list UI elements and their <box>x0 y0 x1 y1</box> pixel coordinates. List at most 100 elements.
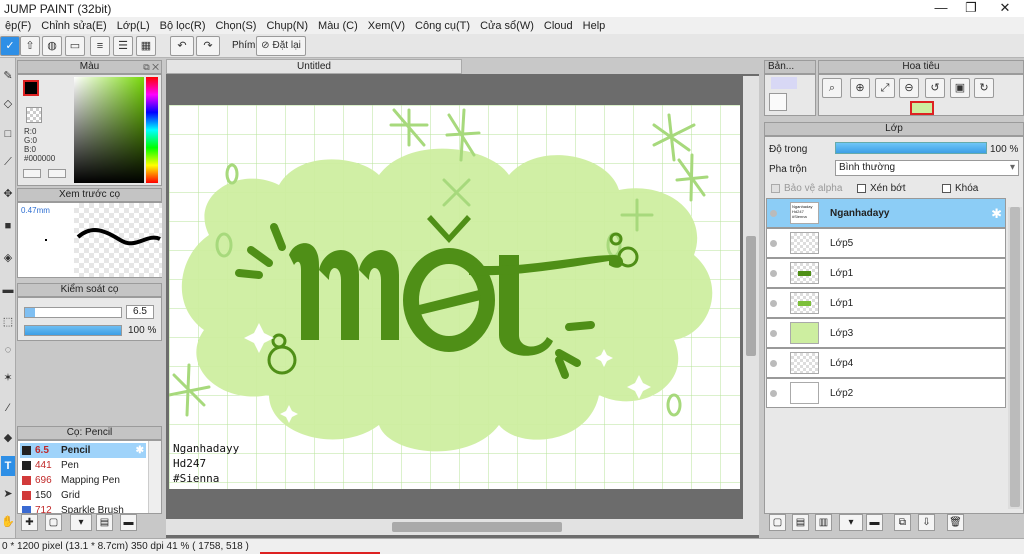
clipping-checkbox[interactable] <box>857 184 866 193</box>
folder-icon[interactable]: ▬ <box>120 514 137 531</box>
magic-wand-tool-icon[interactable]: ✶ <box>1 368 15 388</box>
brush-opacity-slider[interactable] <box>24 325 122 336</box>
transparent-swatch[interactable] <box>26 107 42 123</box>
layer-row[interactable]: Lớp4 <box>766 348 1006 378</box>
visibility-icon[interactable] <box>770 270 777 277</box>
undo-icon[interactable]: ↶ <box>170 36 194 56</box>
eraser2-tool-icon[interactable]: ◆ <box>1 428 15 448</box>
minimize-button[interactable]: — <box>926 0 956 17</box>
zoom-in-icon[interactable]: ⊕ <box>850 78 870 98</box>
menu-edit[interactable]: Chỉnh sửa(E) <box>36 20 111 32</box>
gear-icon[interactable]: ✱ <box>991 206 1002 222</box>
layer-row[interactable]: Lớp1 <box>766 288 1006 318</box>
gradient-tool-icon[interactable]: ▬ <box>1 280 15 300</box>
delete-layer-icon[interactable]: 🗑 <box>947 514 964 531</box>
hue-slider[interactable] <box>146 77 158 183</box>
canvas-swatches[interactable] <box>771 77 797 89</box>
check-icon[interactable]: ✓ <box>0 36 20 56</box>
visibility-icon[interactable] <box>770 330 777 337</box>
menu-color[interactable]: Màu (C) <box>313 20 363 32</box>
layer-row[interactable]: Lớp3 <box>766 318 1006 348</box>
text-tool-icon[interactable]: T <box>1 456 15 476</box>
blend-mode-select[interactable]: Bình thường ▾ <box>835 160 1019 176</box>
fill-tool-icon[interactable]: ■ <box>1 216 15 236</box>
brush-item[interactable]: 712 Sparkle Brush <box>20 503 146 513</box>
brush-item[interactable]: 6.5 Pencil ✱ <box>20 443 146 458</box>
new-canvas-icon[interactable] <box>769 93 787 111</box>
reset-button[interactable]: ⊘ Đặt lại <box>256 36 306 56</box>
menu-help[interactable]: Help <box>578 20 611 32</box>
grid-icon[interactable]: ▦ <box>136 36 156 56</box>
maximize-button[interactable]: ❐ <box>956 0 986 17</box>
reset-view-icon[interactable]: ▣ <box>950 78 970 98</box>
eraser-tool-icon[interactable]: ◇ <box>1 94 15 114</box>
protect-alpha-checkbox[interactable] <box>771 184 780 193</box>
layer-folder-icon[interactable]: ▬ <box>866 514 883 531</box>
menu-window[interactable]: Cửa sổ(W) <box>475 20 539 32</box>
rotate-left-icon[interactable]: ↺ <box>925 78 945 98</box>
document-tab[interactable]: Untitled <box>166 59 462 74</box>
visibility-icon[interactable] <box>770 300 777 307</box>
bucket-tool-icon[interactable]: ◈ <box>1 248 15 268</box>
pencil-tool-icon[interactable]: ✎ <box>1 66 15 86</box>
menu-cloud[interactable]: Cloud <box>539 20 578 32</box>
gear-icon[interactable]: ✱ <box>136 443 144 458</box>
new-1bit-layer-icon[interactable]: ▥ <box>815 514 832 531</box>
eyedropper-tool-icon[interactable]: ⁄ <box>1 398 15 418</box>
move-tool-icon[interactable]: ✥ <box>1 184 15 204</box>
saturation-value-picker[interactable] <box>74 77 144 183</box>
brush-item[interactable]: 441 Pen <box>20 458 146 473</box>
shape-tool-icon[interactable]: □ <box>1 124 15 144</box>
visibility-icon[interactable] <box>770 240 777 247</box>
brush-item[interactable]: 696 Mapping Pen <box>20 473 146 488</box>
layer-row[interactable]: Lớp5 <box>766 228 1006 258</box>
foreground-color-swatch[interactable] <box>23 80 39 96</box>
comment-icon[interactable]: ◍ <box>42 36 62 56</box>
brush-menu-icon[interactable]: ▾ <box>70 514 92 531</box>
menu-tools[interactable]: Công cụ(T) <box>410 20 475 32</box>
menu-filter[interactable]: Bộ lọc(R) <box>155 20 211 32</box>
document-icon[interactable]: ≡ <box>90 36 110 56</box>
brush-tool-icon[interactable]: ⟋ <box>1 152 15 172</box>
rotate-right-icon[interactable]: ↻ <box>974 78 994 98</box>
add-brush-icon[interactable]: ✚ <box>21 514 38 531</box>
horizontal-scrollbar[interactable] <box>166 519 759 535</box>
brush-size-slider[interactable] <box>24 307 122 318</box>
export-icon[interactable]: ⇧ <box>20 36 40 56</box>
vertical-scrollbar[interactable] <box>743 76 759 519</box>
reset-color-button[interactable] <box>48 169 66 178</box>
menu-select[interactable]: Chọn(S) <box>210 20 261 32</box>
swap-color-button[interactable] <box>23 169 41 178</box>
redo-icon[interactable]: ↷ <box>196 36 220 56</box>
layer-opacity-slider[interactable] <box>835 142 987 154</box>
close-button[interactable]: ✕ <box>990 0 1020 17</box>
menu-layer[interactable]: Lớp(L) <box>112 20 155 32</box>
duplicate-layer-icon[interactable]: ⧉ <box>894 514 911 531</box>
menu-file[interactable]: ệp(F) <box>0 20 36 32</box>
select-tool-icon[interactable]: ⬚ <box>1 312 15 332</box>
panel-options-icon[interactable]: ⧉ ✕ <box>143 61 159 73</box>
layer-row[interactable]: Lớp1 <box>766 258 1006 288</box>
brush-item[interactable]: 150 Grid <box>20 488 146 503</box>
new-layer-icon[interactable]: ▢ <box>769 514 786 531</box>
merge-layer-icon[interactable]: ⇩ <box>918 514 935 531</box>
lasso-tool-icon[interactable]: ◌ <box>1 340 15 360</box>
layers-scrollbar[interactable] <box>1008 207 1022 509</box>
brush-size-input[interactable]: 6.5 <box>126 305 154 319</box>
visibility-icon[interactable] <box>770 390 777 397</box>
navigator-thumbnail[interactable] <box>910 101 934 115</box>
zoom-fit-icon[interactable]: ⌕ <box>822 78 842 98</box>
add-layer-menu-icon[interactable]: ▾ <box>839 514 863 531</box>
layer-row-selected[interactable]: Nganhaday Hd247 #Sienna Nganhadayy ✱ <box>766 198 1006 228</box>
brush-list-scrollbar[interactable] <box>148 441 161 513</box>
new-halftone-layer-icon[interactable]: ▤ <box>792 514 809 531</box>
list-icon[interactable]: ☰ <box>113 36 133 56</box>
menu-view[interactable]: Xem(V) <box>363 20 410 32</box>
new-brush-icon[interactable]: ▢ <box>45 514 62 531</box>
menu-capture[interactable]: Chụp(N) <box>261 20 313 32</box>
hand-tool-icon[interactable]: ✋ <box>1 512 15 532</box>
copy-brush-icon[interactable]: ▤ <box>96 514 113 531</box>
visibility-icon[interactable] <box>770 360 777 367</box>
fit-window-icon[interactable]: ⤢ <box>875 78 895 98</box>
layer-row[interactable]: Lớp2 <box>766 378 1006 408</box>
